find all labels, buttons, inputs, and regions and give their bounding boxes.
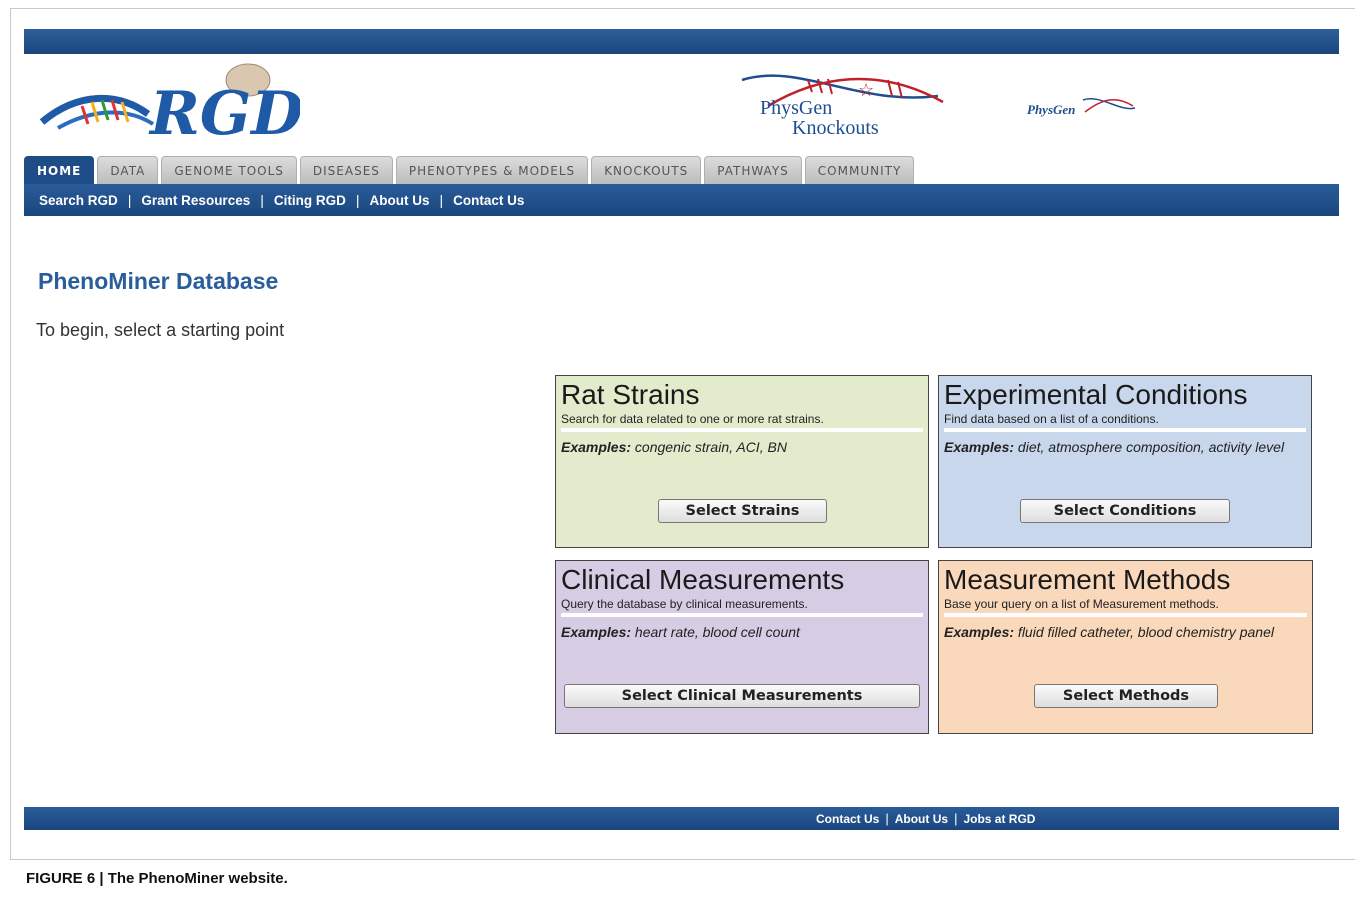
figure-caption: FIGURE 6 | The PhenoMiner website. bbox=[26, 870, 288, 887]
card-examples: Examples: diet, atmosphere composition, … bbox=[944, 438, 1306, 456]
main-nav-tabs: HOME DATA GENOME TOOLS DISEASES PHENOTYP… bbox=[24, 156, 915, 184]
rgd-logo[interactable]: RGD bbox=[38, 62, 300, 144]
examples-label: Examples: bbox=[561, 624, 632, 640]
subnav-citing-rgd-link[interactable]: Citing RGD bbox=[274, 193, 346, 208]
rat-strains-card: Rat Strains Search for data related to o… bbox=[555, 375, 929, 548]
footer-separator: | bbox=[954, 811, 958, 826]
top-banner-bar bbox=[24, 29, 1339, 54]
card-title: Measurement Methods bbox=[944, 564, 1231, 595]
physgen-logo-line1: PhysGen bbox=[760, 97, 832, 119]
subnav-separator: | bbox=[355, 192, 360, 208]
tab-genome-tools[interactable]: GENOME TOOLS bbox=[161, 156, 297, 184]
tab-pathways[interactable]: PATHWAYS bbox=[704, 156, 802, 184]
tab-home[interactable]: HOME bbox=[24, 156, 95, 184]
card-examples: Examples: fluid filled catheter, blood c… bbox=[944, 623, 1307, 641]
card-subtitle: Base your query on a list of Measurement… bbox=[944, 597, 1219, 611]
footer-jobs-link[interactable]: Jobs at RGD bbox=[963, 812, 1035, 826]
examples-label: Examples: bbox=[561, 439, 632, 455]
footer-separator: | bbox=[885, 811, 889, 826]
clinical-measurements-card: Clinical Measurements Query the database… bbox=[555, 560, 929, 734]
tab-data[interactable]: DATA bbox=[97, 156, 159, 184]
card-divider bbox=[944, 613, 1307, 617]
tab-diseases[interactable]: DISEASES bbox=[299, 156, 393, 184]
card-subtitle: Search for data related to one or more r… bbox=[561, 412, 824, 426]
tab-phenotypes-models[interactable]: PHENOTYPES & MODELS bbox=[395, 156, 589, 184]
card-examples: Examples: heart rate, blood cell count bbox=[561, 623, 923, 641]
page-title: PhenoMiner Database bbox=[38, 268, 279, 294]
subnav-search-rgd-link[interactable]: Search RGD bbox=[39, 193, 118, 208]
tab-community[interactable]: COMMUNITY bbox=[804, 156, 915, 184]
card-subtitle: Query the database by clinical measureme… bbox=[561, 597, 808, 611]
select-conditions-button[interactable]: Select Conditions bbox=[1020, 499, 1230, 523]
examples-text: fluid filled catheter, blood chemistry p… bbox=[1014, 624, 1274, 640]
examples-text: diet, atmosphere composition, activity l… bbox=[1014, 439, 1285, 455]
intro-text: To begin, select a starting point bbox=[36, 320, 285, 340]
examples-label: Examples: bbox=[944, 624, 1015, 640]
card-examples: Examples: congenic strain, ACI, BN bbox=[561, 438, 923, 456]
subnav-separator: | bbox=[439, 192, 444, 208]
select-methods-button[interactable]: Select Methods bbox=[1034, 684, 1218, 708]
card-title: Experimental Conditions bbox=[944, 379, 1248, 410]
physgen-small-text: PhysGen bbox=[1027, 102, 1075, 117]
card-subtitle: Find data based on a list of a condition… bbox=[944, 412, 1159, 426]
card-title: Rat Strains bbox=[561, 379, 700, 410]
subnav-separator: | bbox=[127, 192, 132, 208]
examples-text: heart rate, blood cell count bbox=[631, 624, 800, 640]
site-footer: Contact Us | About Us | Jobs at RGD bbox=[24, 807, 1339, 830]
examples-text: congenic strain, ACI, BN bbox=[631, 439, 787, 455]
subnav-about-us-link[interactable]: About Us bbox=[370, 193, 430, 208]
subnav-separator: | bbox=[260, 192, 264, 208]
sub-nav-bar: Search RGD | Grant Resources | Citing RG… bbox=[24, 184, 1339, 216]
tab-knockouts[interactable]: KNOCKOUTS bbox=[591, 156, 702, 184]
physgen-knockouts-logo[interactable]: ☆ PhysGen Knockouts bbox=[738, 66, 952, 146]
rgd-logo-text: RGD bbox=[148, 79, 300, 144]
subnav-grant-resources-link[interactable]: Grant Resources bbox=[141, 193, 250, 208]
physgen-logo-line2: Knockouts bbox=[792, 117, 879, 139]
card-divider bbox=[561, 613, 923, 617]
card-divider bbox=[944, 428, 1306, 432]
select-clinical-measurements-button[interactable]: Select Clinical Measurements bbox=[564, 684, 920, 708]
physgen-small-logo[interactable]: PhysGen bbox=[1025, 92, 1137, 122]
select-strains-button[interactable]: Select Strains bbox=[658, 499, 827, 523]
star-icon: ☆ bbox=[858, 80, 874, 100]
examples-label: Examples: bbox=[944, 439, 1015, 455]
subnav-contact-us-link[interactable]: Contact Us bbox=[453, 193, 524, 208]
footer-about-us-link[interactable]: About Us bbox=[895, 812, 948, 826]
measurement-methods-card: Measurement Methods Base your query on a… bbox=[938, 560, 1313, 734]
card-divider bbox=[561, 428, 923, 432]
footer-contact-us-link[interactable]: Contact Us bbox=[816, 812, 879, 826]
card-title: Clinical Measurements bbox=[561, 564, 845, 595]
experimental-conditions-card: Experimental Conditions Find data based … bbox=[938, 375, 1312, 548]
